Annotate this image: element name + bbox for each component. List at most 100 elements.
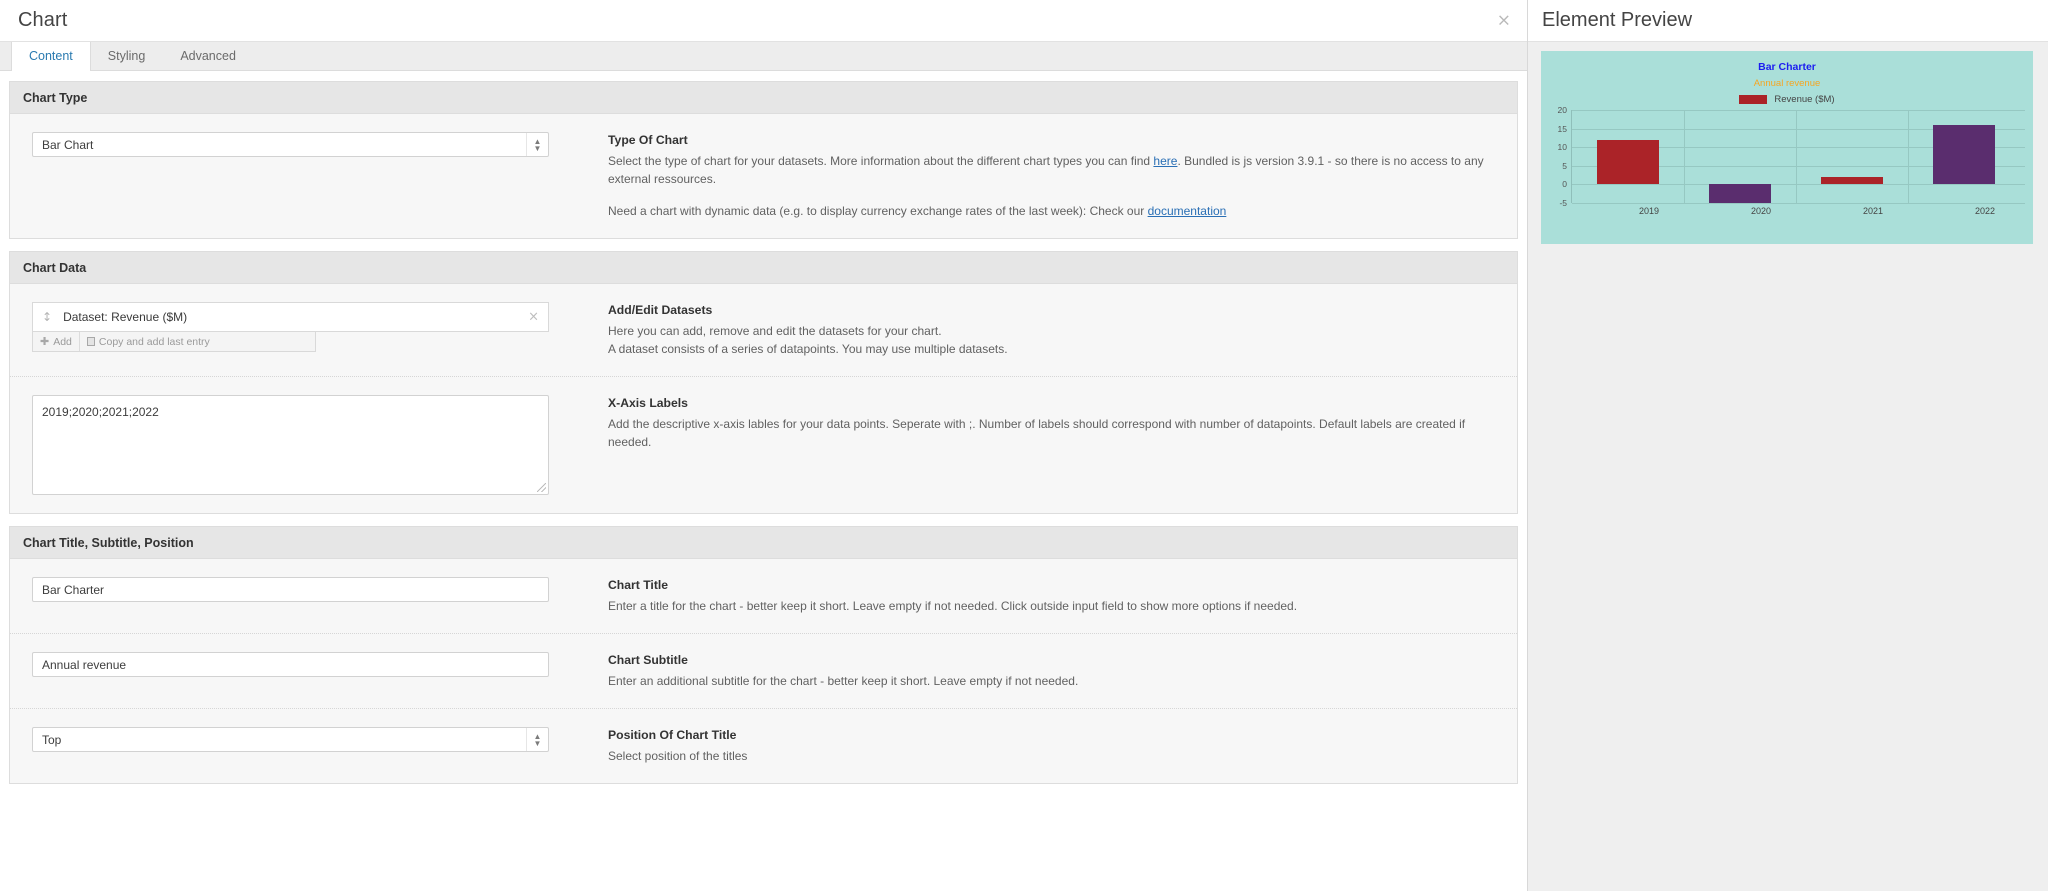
x-axis-tick-label: 2019 <box>1638 206 1660 216</box>
plus-icon: ✚ <box>40 335 50 348</box>
xaxis-labels-textarea[interactable]: 2019;2020;2021;2022 <box>32 395 549 495</box>
dataset-list: ↕ Dataset: Revenue ($M) × ✚ Add Copy and… <box>32 302 549 352</box>
grid-line-vertical <box>1908 110 1909 203</box>
row-chart-title-control: Bar Charter <box>32 577 580 602</box>
chart-legend: Revenue ($M) <box>1549 94 2025 105</box>
chart-grid <box>1571 110 2025 204</box>
chart-title-text: Bar Charter <box>1758 61 1816 73</box>
preview-body: Bar Charter Annual revenue Revenue ($M) … <box>1528 42 2048 891</box>
resize-grip-icon[interactable] <box>537 483 546 492</box>
row-chart-title-help: Chart Title Enter a title for the chart … <box>580 577 1499 615</box>
preview-pane: Element Preview Bar Charter Annual reven… <box>1528 0 2048 891</box>
chart-title-input[interactable]: Bar Charter <box>32 577 549 602</box>
documentation-link[interactable]: documentation <box>1148 204 1227 218</box>
chart-subtitle-input[interactable]: Annual revenue <box>32 652 549 677</box>
title-position-select-value[interactable]: Top <box>32 727 549 752</box>
drag-handle-icon[interactable]: ↕ <box>42 311 52 323</box>
row-title-position: Top ▲ ▼ Position Of Chart Title Select po… <box>10 708 1517 783</box>
title-position-help-desc: Select position of the titles <box>608 749 748 763</box>
title-position-help-label: Position Of Chart Title <box>608 728 737 742</box>
y-axis-tick-label: 15 <box>1557 123 1567 134</box>
datasets-help-desc: Here you can add, remove and edit the da… <box>608 322 1499 358</box>
row-chart-type-help: Type Of Chart Select the type of chart f… <box>580 132 1499 220</box>
dataset-remove-icon[interactable]: × <box>528 311 539 324</box>
chevron-updown-icon[interactable]: ▲ ▼ <box>526 133 548 156</box>
panel-chart-type: Chart Type Bar Chart ▲ ▼ Type Of Chart S… <box>9 81 1518 239</box>
preview-title: Element Preview <box>1542 9 1693 31</box>
panel-chart-title-heading: Chart Title, Subtitle, Position <box>10 527 1517 559</box>
chart-plot-area: 20 15 10 5 0 -5 2019 2020 2021 2022 <box>1549 105 2025 219</box>
copy-last-entry-button[interactable]: Copy and add last entry <box>78 332 217 351</box>
datasets-desc-line-2: A dataset consists of a series of datapo… <box>608 342 1008 356</box>
add-dataset-label: Add <box>53 335 72 348</box>
grid-line-vertical <box>1796 110 1797 203</box>
row-title-position-help: Position Of Chart Title Select position … <box>580 727 1499 765</box>
chart-preview: Bar Charter Annual revenue Revenue ($M) … <box>1541 51 2033 244</box>
editor-body: Chart Type Bar Chart ▲ ▼ Type Of Chart S… <box>0 71 1527 891</box>
chart-type-help-desc-2: Need a chart with dynamic data (e.g. to … <box>608 202 1499 220</box>
row-chart-subtitle-control: Annual revenue <box>32 652 580 677</box>
chart-type-select-value[interactable]: Bar Chart <box>32 132 549 157</box>
chart-editor-app: Chart × Content Styling Advanced Chart T… <box>0 0 2048 891</box>
chart-type-select[interactable]: Bar Chart ▲ ▼ <box>32 132 549 157</box>
x-axis-tick-label: 2020 <box>1750 206 1772 216</box>
chart-subtitle-help-label: Chart Subtitle <box>608 653 688 667</box>
chart-title-help-desc: Enter a title for the chart - better kee… <box>608 599 1298 613</box>
row-chart-subtitle-help: Chart Subtitle Enter an additional subti… <box>580 652 1499 690</box>
chart-bar <box>1708 184 1772 203</box>
add-dataset-button[interactable]: ✚ Add <box>33 332 79 351</box>
dataset-item-label: Dataset: Revenue ($M) <box>63 310 188 324</box>
panel-chart-title: Chart Title, Subtitle, Position Bar Char… <box>9 526 1518 784</box>
title-position-select[interactable]: Top ▲ ▼ <box>32 727 549 752</box>
chevron-updown-icon[interactable]: ▲ ▼ <box>526 728 548 751</box>
chart-subtitle-text: Annual revenue <box>1753 78 1821 89</box>
panel-chart-data: Chart Data ↕ Dataset: Revenue ($M) × ✚ A… <box>9 251 1518 514</box>
chart-type-desc-part-a: Select the type of chart for your datase… <box>608 154 1154 168</box>
panel-chart-type-body: Bar Chart ▲ ▼ Type Of Chart Select the ty… <box>10 114 1517 238</box>
row-datasets-help: Add/Edit Datasets Here you can add, remo… <box>580 302 1499 358</box>
tab-styling[interactable]: Styling <box>91 42 164 70</box>
panel-chart-title-body: Bar Charter Chart Title Enter a title fo… <box>10 559 1517 783</box>
grid-line <box>1572 110 2025 111</box>
dataset-toolbar: ✚ Add Copy and add last entry <box>32 332 316 352</box>
dataset-item[interactable]: ↕ Dataset: Revenue ($M) × <box>32 302 549 332</box>
chart-bar <box>1596 139 1660 185</box>
x-axis-tick-label: 2021 <box>1862 206 1884 216</box>
chart-bar <box>1932 124 1996 185</box>
tab-advanced[interactable]: Advanced <box>163 42 254 70</box>
copy-icon <box>86 337 95 346</box>
chart-type-help-label: Type Of Chart <box>608 133 688 147</box>
row-chart-subtitle: Annual revenue Chart Subtitle Enter an a… <box>10 633 1517 708</box>
tab-bar: Content Styling Advanced <box>0 42 1527 71</box>
row-datasets: ↕ Dataset: Revenue ($M) × ✚ Add Copy and… <box>10 284 1517 376</box>
row-chart-title: Bar Charter Chart Title Enter a title fo… <box>10 559 1517 633</box>
y-axis-tick-label: 20 <box>1557 105 1567 115</box>
y-axis-tick-label: -5 <box>1559 198 1567 208</box>
y-axis-tick-label: 5 <box>1562 160 1567 171</box>
close-icon[interactable]: × <box>1497 12 1511 29</box>
chart-bar <box>1820 176 1884 185</box>
row-datasets-control: ↕ Dataset: Revenue ($M) × ✚ Add Copy and… <box>32 302 580 352</box>
chart-type-help-desc-1: Select the type of chart for your datase… <box>608 152 1499 188</box>
datasets-desc-line-1: Here you can add, remove and edit the da… <box>608 324 942 338</box>
preview-titlebar: Element Preview <box>1528 0 2048 42</box>
dynamic-data-text: Need a chart with dynamic data (e.g. to … <box>608 204 1148 218</box>
row-chart-type: Bar Chart ▲ ▼ Type Of Chart Select the ty… <box>10 114 1517 238</box>
row-xaxis-control: 2019;2020;2021;2022 <box>32 395 580 495</box>
grid-line <box>1572 203 2025 204</box>
panel-chart-data-body: ↕ Dataset: Revenue ($M) × ✚ Add Copy and… <box>10 284 1517 513</box>
panel-chart-data-heading: Chart Data <box>10 252 1517 284</box>
here-link[interactable]: here <box>1153 154 1177 168</box>
chart-title-help-label: Chart Title <box>608 578 669 592</box>
y-axis-tick-label: 10 <box>1557 142 1567 153</box>
row-title-position-control: Top ▲ ▼ <box>32 727 580 752</box>
xaxis-help-label: X-Axis Labels <box>608 396 688 410</box>
editor-pane: Chart × Content Styling Advanced Chart T… <box>0 0 1528 891</box>
tab-content[interactable]: Content <box>11 42 91 71</box>
legend-swatch <box>1739 95 1768 104</box>
y-axis-tick-label: 0 <box>1562 179 1567 190</box>
editor-titlebar: Chart × <box>0 0 1527 42</box>
grid-line-vertical <box>1684 110 1685 203</box>
xaxis-labels-value: 2019;2020;2021;2022 <box>42 405 159 419</box>
x-axis-labels: 2019 2020 2021 2022 <box>1571 205 2025 219</box>
